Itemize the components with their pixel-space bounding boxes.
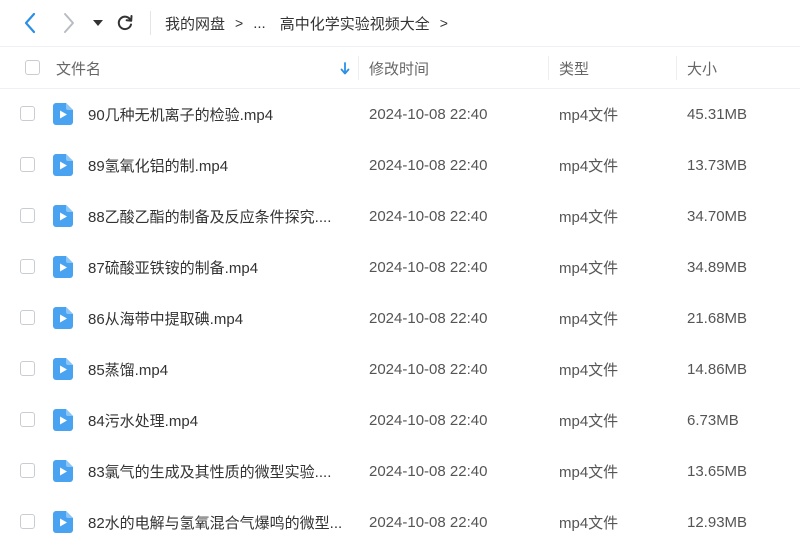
history-dropdown-button[interactable] (88, 10, 108, 36)
video-file-icon (53, 256, 73, 278)
file-name[interactable]: 89氢氧化铝的制.mp4 (88, 140, 228, 191)
file-modified: 2024-10-08 22:40 (369, 259, 488, 276)
breadcrumb-separator: > (235, 15, 244, 31)
file-name[interactable]: 86从海带中提取碘.mp4 (88, 293, 243, 344)
file-modified: 2024-10-08 22:40 (369, 412, 488, 429)
file-name[interactable]: 83氯气的生成及其性质的微型实验.... (88, 446, 331, 497)
video-file-icon (53, 103, 73, 125)
table-row[interactable]: 83氯气的生成及其性质的微型实验.... 2024-10-08 22:40 mp… (0, 446, 800, 497)
file-modified: 2024-10-08 22:40 (369, 106, 488, 123)
table-row[interactable]: 89氢氧化铝的制.mp4 2024-10-08 22:40 mp4文件 13.7… (0, 140, 800, 191)
video-file-icon (53, 205, 73, 227)
table-row[interactable]: 90几种无机离子的检验.mp4 2024-10-08 22:40 mp4文件 4… (0, 89, 800, 140)
breadcrumb: 我的网盘 > ... 高中化学实验视频大全 > (165, 0, 458, 46)
chevron-left-icon (24, 12, 36, 34)
table-row[interactable]: 87硫酸亚铁铵的制备.mp4 2024-10-08 22:40 mp4文件 34… (0, 242, 800, 293)
file-modified: 2024-10-08 22:40 (369, 208, 488, 225)
file-size: 21.68MB (687, 310, 748, 327)
back-button[interactable] (18, 10, 42, 36)
file-name[interactable]: 85蒸馏.mp4 (88, 344, 168, 395)
table-row[interactable]: 85蒸馏.mp4 2024-10-08 22:40 mp4文件 14.86MB (0, 344, 800, 395)
row-checkbox[interactable] (20, 157, 35, 172)
forward-button[interactable] (57, 10, 81, 36)
file-modified: 2024-10-08 22:40 (369, 463, 488, 480)
sort-button[interactable] (338, 47, 352, 89)
row-checkbox[interactable] (20, 208, 35, 223)
video-file-icon (53, 409, 73, 431)
row-checkbox[interactable] (20, 514, 35, 529)
video-file-icon (53, 307, 73, 329)
file-type: mp4文件 (559, 107, 619, 124)
table-row[interactable]: 82水的电解与氢氧混合气爆鸣的微型... 2024-10-08 22:40 mp… (0, 497, 800, 548)
video-file-icon (53, 358, 73, 380)
file-name[interactable]: 84污水处理.mp4 (88, 395, 198, 446)
toolbar-divider (150, 11, 151, 35)
file-name[interactable]: 90几种无机离子的检验.mp4 (88, 89, 273, 140)
file-modified: 2024-10-08 22:40 (369, 157, 488, 174)
refresh-button[interactable] (113, 10, 137, 36)
column-modified[interactable]: 修改时间 (369, 47, 429, 89)
file-modified: 2024-10-08 22:40 (369, 514, 488, 531)
file-size: 34.89MB (687, 259, 748, 276)
file-modified: 2024-10-08 22:40 (369, 310, 488, 327)
table-row[interactable]: 84污水处理.mp4 2024-10-08 22:40 mp4文件 6.73MB (0, 395, 800, 446)
select-all-checkbox[interactable] (25, 60, 40, 75)
table-row[interactable]: 86从海带中提取碘.mp4 2024-10-08 22:40 mp4文件 21.… (0, 293, 800, 344)
breadcrumb-root[interactable]: 我的网盘 (165, 13, 225, 34)
file-size: 45.31MB (687, 106, 748, 123)
video-file-icon (53, 511, 73, 533)
column-divider[interactable] (676, 56, 677, 80)
row-checkbox[interactable] (20, 412, 35, 427)
row-checkbox[interactable] (20, 310, 35, 325)
column-size[interactable]: 大小 (687, 47, 717, 89)
video-file-icon (53, 460, 73, 482)
file-type: mp4文件 (559, 413, 619, 430)
row-checkbox[interactable] (20, 259, 35, 274)
row-checkbox[interactable] (20, 463, 35, 478)
breadcrumb-ellipsis[interactable]: ... (253, 15, 266, 32)
file-name[interactable]: 82水的电解与氢氧混合气爆鸣的微型... (88, 497, 342, 548)
video-file-icon (53, 154, 73, 176)
refresh-icon (117, 15, 133, 31)
chevron-right-icon (64, 13, 74, 33)
row-checkbox[interactable] (20, 106, 35, 121)
file-size: 12.93MB (687, 514, 748, 531)
file-size: 6.73MB (687, 412, 739, 429)
file-type: mp4文件 (559, 260, 619, 277)
file-name[interactable]: 88乙酸乙酯的制备及反应条件探究.... (88, 191, 331, 242)
file-size: 13.65MB (687, 463, 748, 480)
file-list: 90几种无机离子的检验.mp4 2024-10-08 22:40 mp4文件 4… (0, 89, 800, 548)
file-type: mp4文件 (559, 515, 619, 532)
toolbar: 我的网盘 > ... 高中化学实验视频大全 > (0, 0, 800, 46)
column-divider[interactable] (548, 56, 549, 80)
file-size: 14.86MB (687, 361, 748, 378)
file-type: mp4文件 (559, 464, 619, 481)
file-type: mp4文件 (559, 209, 619, 226)
file-type: mp4文件 (559, 158, 619, 175)
breadcrumb-separator-end[interactable]: > (440, 15, 448, 31)
sort-down-arrow-icon (340, 61, 350, 74)
column-name[interactable]: 文件名 (56, 47, 101, 89)
caret-down-icon (93, 20, 103, 26)
row-checkbox[interactable] (20, 361, 35, 376)
file-size: 13.73MB (687, 157, 748, 174)
file-name[interactable]: 87硫酸亚铁铵的制备.mp4 (88, 242, 258, 293)
file-modified: 2024-10-08 22:40 (369, 361, 488, 378)
table-row[interactable]: 88乙酸乙酯的制备及反应条件探究.... 2024-10-08 22:40 mp… (0, 191, 800, 242)
file-type: mp4文件 (559, 362, 619, 379)
column-type[interactable]: 类型 (559, 47, 589, 89)
breadcrumb-current[interactable]: 高中化学实验视频大全 (280, 13, 430, 34)
column-divider[interactable] (358, 56, 359, 80)
file-type: mp4文件 (559, 311, 619, 328)
file-size: 34.70MB (687, 208, 748, 225)
column-header: 文件名 修改时间 类型 大小 (0, 46, 800, 89)
